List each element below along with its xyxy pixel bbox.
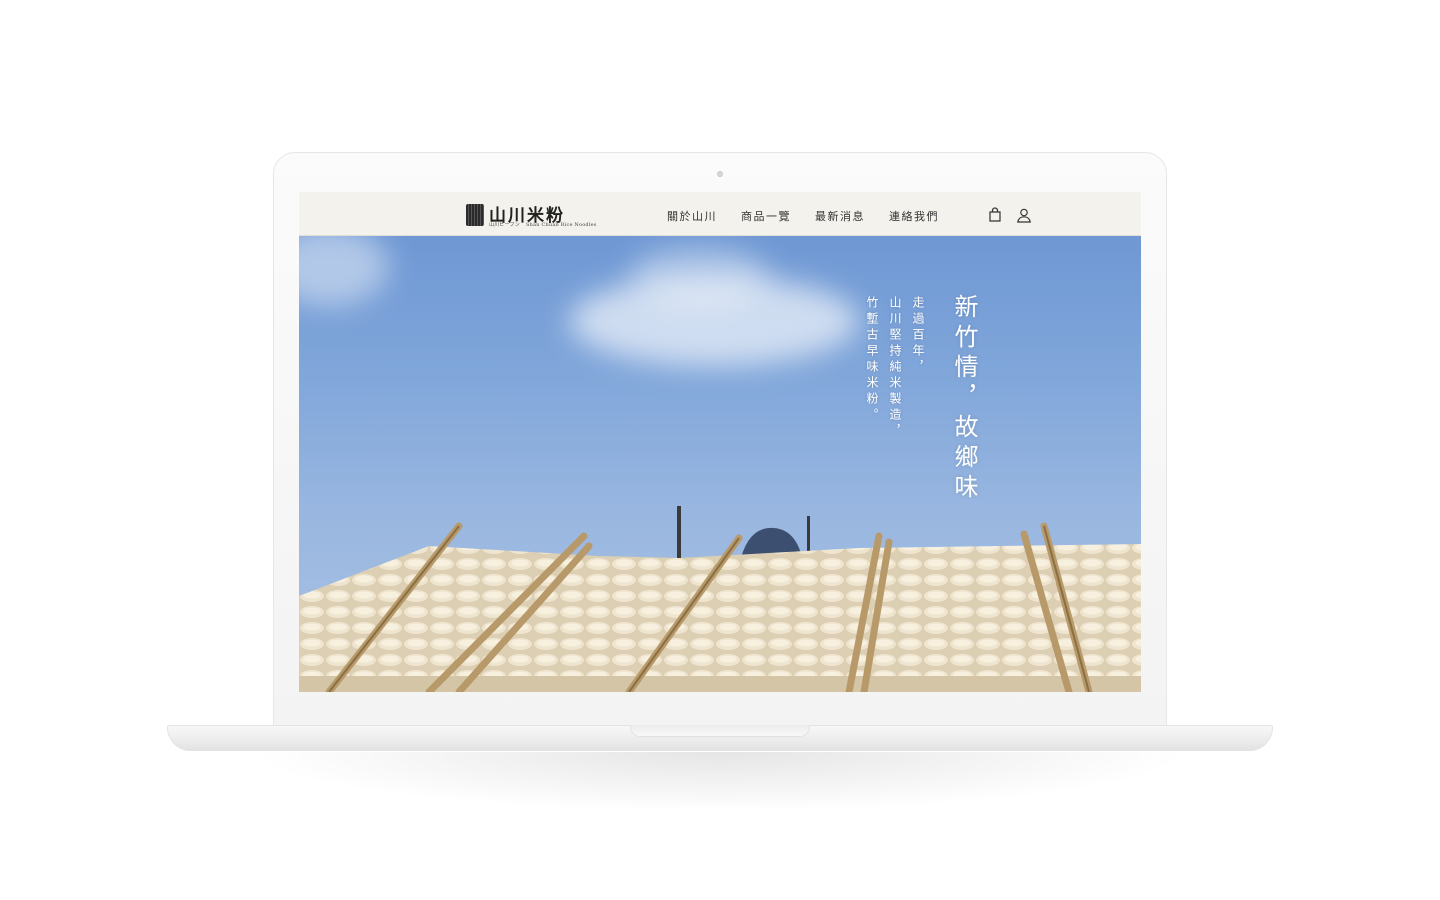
hero-headline: 新竹情，故鄉味 bbox=[950, 294, 978, 504]
cloud-decoration bbox=[629, 246, 769, 306]
nav-item-about[interactable]: 關於山川 bbox=[667, 208, 717, 224]
drying-noodles-image bbox=[299, 506, 1141, 692]
user-icon[interactable] bbox=[1016, 207, 1032, 223]
logo-sub-jp: 山川ビーフン bbox=[489, 222, 521, 228]
nav-item-contact[interactable]: 連絡我們 bbox=[889, 208, 939, 224]
nav-item-news[interactable]: 最新消息 bbox=[815, 208, 865, 224]
main-nav: 關於山川 商品一覽 最新消息 連絡我們 bbox=[667, 208, 939, 224]
hero-copy-line-3: 竹塹古早味米粉。 bbox=[865, 296, 879, 424]
logo-sub-en: Shan Chuan Rice Noodles bbox=[526, 222, 597, 228]
hero-copy-line-1: 走過百年， bbox=[911, 296, 925, 376]
screen: 山川米粉 山川ビーフン Shan Chuan Rice Noodles 關於山川 … bbox=[299, 192, 1141, 692]
logo-mark-icon bbox=[466, 204, 484, 226]
cloud-decoration bbox=[299, 236, 389, 306]
laptop-shadow bbox=[250, 752, 1190, 812]
site-header: 山川米粉 山川ビーフン Shan Chuan Rice Noodles 關於山川 … bbox=[299, 192, 1141, 236]
hero-copy-line-2: 山川堅持純米製造， bbox=[888, 296, 902, 440]
camera-dot bbox=[717, 171, 723, 177]
hero-banner: 新竹情，故鄉味 走過百年， 山川堅持純米製造， 竹塹古早味米粉。 bbox=[299, 236, 1141, 692]
laptop-notch bbox=[630, 725, 810, 737]
shopping-bag-icon[interactable] bbox=[987, 207, 1003, 223]
logo-subtitle: 山川ビーフン Shan Chuan Rice Noodles bbox=[489, 221, 597, 228]
nav-item-products[interactable]: 商品一覽 bbox=[741, 208, 791, 224]
